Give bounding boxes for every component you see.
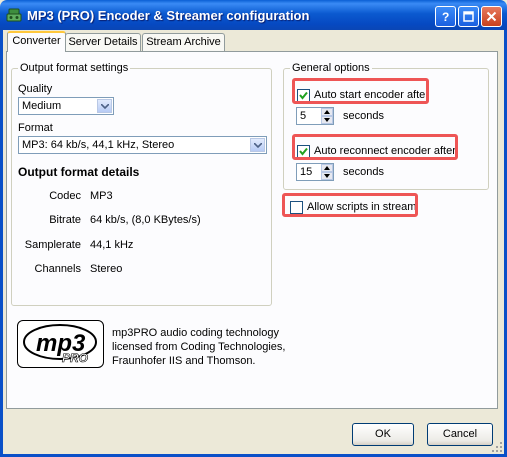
bitrate-value: 64 kb/s, (8,0 KBytes/s)	[90, 214, 201, 226]
info-line-3: Fraunhofer IIS and Thomson.	[112, 355, 256, 367]
window-title: MP3 (PRO) Encoder & Streamer configurati…	[27, 8, 310, 23]
app-icon	[6, 8, 22, 22]
tab-server-details[interactable]: Server Details	[65, 33, 141, 51]
channels-value: Stereo	[90, 263, 123, 275]
cancel-button[interactable]: Cancel	[427, 423, 493, 446]
channels-label: Channels	[34, 263, 81, 275]
close-icon	[486, 11, 497, 22]
output-format-group: Output format settings Quality Medium Fo…	[11, 62, 272, 306]
auto-start-increment-button[interactable]	[321, 108, 333, 116]
resize-grip-icon[interactable]	[491, 441, 503, 453]
quality-dropdown-button[interactable]	[97, 99, 112, 113]
svg-text:?: ?	[442, 10, 449, 23]
question-icon: ?	[442, 10, 449, 23]
title-bar[interactable]: MP3 (PRO) Encoder & Streamer configurati…	[0, 0, 507, 30]
tab-stream-archive[interactable]: Stream Archive	[142, 33, 225, 51]
tab-converter[interactable]: Converter	[7, 31, 66, 52]
quality-select[interactable]: Medium	[18, 97, 114, 115]
arrow-up-icon	[324, 110, 330, 114]
auto-start-seconds-label: seconds	[343, 110, 384, 122]
auto-reconnect-increment-button[interactable]	[321, 164, 333, 172]
arrow-down-icon	[324, 118, 330, 122]
auto-reconnect-seconds-input[interactable]: 15	[296, 163, 334, 181]
quality-value: Medium	[22, 100, 62, 112]
format-value: MP3: 64 kb/s, 44,1 kHz, Stereo	[22, 139, 175, 151]
codec-value: MP3	[90, 190, 113, 202]
output-format-group-title: Output format settings	[18, 62, 131, 74]
close-button[interactable]	[481, 6, 502, 27]
help-button[interactable]: ?	[435, 6, 456, 27]
highlight-auto-reconnect	[292, 134, 458, 160]
arrow-up-icon	[324, 166, 330, 170]
format-label: Format	[18, 122, 53, 134]
chevron-down-icon	[254, 143, 262, 148]
ok-button[interactable]: OK	[352, 423, 414, 446]
general-options-group-title: General options	[290, 62, 372, 74]
format-select[interactable]: MP3: 64 kb/s, 44,1 kHz, Stereo	[18, 136, 267, 154]
output-details-title: Output format details	[18, 165, 140, 179]
samplerate-value: 44,1 kHz	[90, 239, 134, 251]
info-line-2: licensed from Coding Technologies,	[112, 341, 286, 353]
format-dropdown-button[interactable]	[250, 138, 265, 152]
codec-label: Codec	[49, 190, 81, 202]
mp3pro-logo-graphic: mp3 PRO	[23, 324, 97, 365]
auto-start-decrement-button[interactable]	[321, 116, 333, 124]
window-border-left	[0, 30, 3, 457]
auto-reconnect-seconds-value: 15	[300, 166, 313, 178]
info-line-1: mp3PRO audio coding technology	[112, 327, 279, 339]
svg-text:PRO: PRO	[62, 351, 89, 365]
quality-label: Quality	[18, 83, 53, 95]
chevron-down-icon	[101, 104, 109, 109]
auto-start-seconds-input[interactable]: 5	[296, 107, 334, 125]
arrow-down-icon	[324, 174, 330, 178]
maximize-icon	[463, 11, 474, 22]
auto-reconnect-seconds-label: seconds	[343, 166, 384, 178]
highlight-auto-start	[292, 78, 429, 104]
bitrate-label: Bitrate	[49, 214, 81, 226]
highlight-allow-scripts	[282, 193, 418, 217]
mp3pro-logo: mp3 PRO	[17, 320, 104, 368]
maximize-button[interactable]	[458, 6, 479, 27]
samplerate-label: Samplerate	[24, 239, 81, 251]
auto-start-seconds-value: 5	[300, 110, 307, 122]
auto-reconnect-decrement-button[interactable]	[321, 172, 333, 180]
